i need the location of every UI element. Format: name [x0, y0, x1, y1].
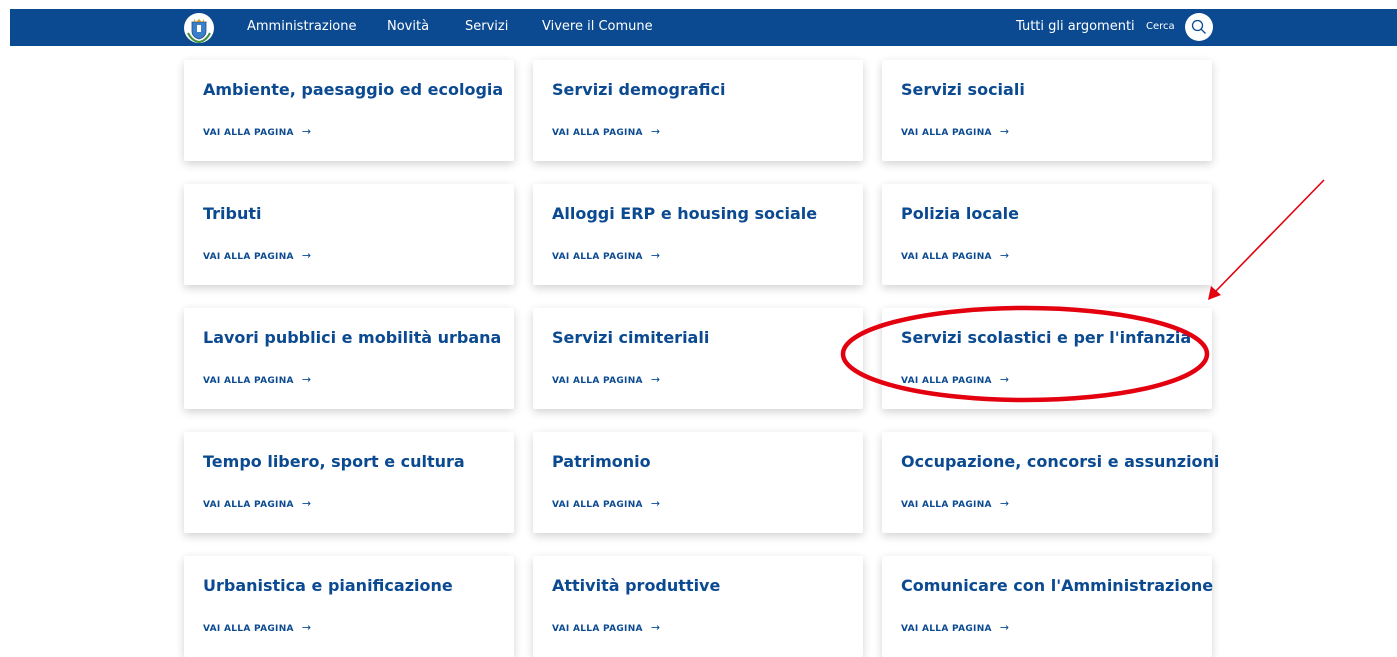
card-link-label: VAI ALLA PAGINA [901, 500, 992, 510]
card-link[interactable]: VAI ALLA PAGINA → [901, 250, 1009, 263]
card-tributi[interactable]: Tributi VAI ALLA PAGINA → [184, 184, 514, 285]
card-title[interactable]: Ambiente, paesaggio ed ecologia [203, 80, 503, 100]
card-title[interactable]: Servizi cimiteriali [552, 328, 709, 348]
card-alloggi-erp[interactable]: Alloggi ERP e housing sociale VAI ALLA P… [533, 184, 863, 285]
card-lavori-pubblici[interactable]: Lavori pubblici e mobilità urbana VAI AL… [184, 308, 514, 409]
card-title[interactable]: Tributi [203, 204, 262, 224]
arrow-right-icon: → [999, 497, 1010, 510]
card-servizi-demografici[interactable]: Servizi demografici VAI ALLA PAGINA → [533, 60, 863, 161]
card-link[interactable]: VAI ALLA PAGINA → [901, 498, 1009, 511]
arrow-right-icon: → [301, 373, 312, 386]
arrow-right-icon: → [301, 621, 312, 634]
nav-item-amministrazione[interactable]: Amministrazione [247, 18, 357, 35]
card-link[interactable]: VAI ALLA PAGINA → [203, 622, 311, 635]
card-urbanistica[interactable]: Urbanistica e pianificazione VAI ALLA PA… [184, 556, 514, 657]
card-title[interactable]: Comunicare con l'Amministrazione [901, 576, 1213, 596]
card-link[interactable]: VAI ALLA PAGINA → [901, 126, 1009, 139]
card-link-label: VAI ALLA PAGINA [203, 376, 294, 386]
card-link-label: VAI ALLA PAGINA [901, 624, 992, 634]
arrow-right-icon: → [999, 373, 1010, 386]
card-polizia-locale[interactable]: Polizia locale VAI ALLA PAGINA → [882, 184, 1212, 285]
card-occupazione[interactable]: Occupazione, concorsi e assunzioni VAI A… [882, 432, 1219, 533]
card-title[interactable]: Lavori pubblici e mobilità urbana [203, 328, 501, 348]
card-link[interactable]: VAI ALLA PAGINA → [552, 498, 660, 511]
arrow-right-icon: → [301, 497, 312, 510]
card-comunicare[interactable]: Comunicare con l'Amministrazione VAI ALL… [882, 556, 1213, 657]
card-title[interactable]: Attività produttive [552, 576, 720, 596]
card-link[interactable]: VAI ALLA PAGINA → [203, 498, 311, 511]
card-link-label: VAI ALLA PAGINA [552, 624, 643, 634]
top-navigation-bar: Amministrazione Novità Servizi Vivere il… [10, 9, 1397, 46]
card-link-label: VAI ALLA PAGINA [552, 500, 643, 510]
card-title[interactable]: Patrimonio [552, 452, 651, 472]
nav-item-vivere-il-comune[interactable]: Vivere il Comune [542, 18, 653, 35]
search-icon [1191, 19, 1206, 34]
card-title[interactable]: Servizi scolastici e per l'infanzia [901, 328, 1191, 348]
card-link-label: VAI ALLA PAGINA [901, 252, 992, 262]
arrow-right-icon: → [999, 125, 1010, 138]
card-link[interactable]: VAI ALLA PAGINA → [901, 374, 1009, 387]
arrow-right-icon: → [650, 497, 661, 510]
arrow-right-icon: → [650, 373, 661, 386]
nav-item-servizi[interactable]: Servizi [465, 18, 508, 35]
arrow-right-icon: → [650, 621, 661, 634]
card-title[interactable]: Occupazione, concorsi e assunzioni [901, 452, 1219, 472]
card-link[interactable]: VAI ALLA PAGINA → [552, 126, 660, 139]
card-link-label: VAI ALLA PAGINA [203, 500, 294, 510]
card-servizi-scolastici[interactable]: Servizi scolastici e per l'infanzia VAI … [882, 308, 1212, 409]
card-servizi-sociali[interactable]: Servizi sociali VAI ALLA PAGINA → [882, 60, 1212, 161]
nav-item-novita[interactable]: Novità [387, 18, 429, 35]
card-title[interactable]: Servizi sociali [901, 80, 1025, 100]
card-link-label: VAI ALLA PAGINA [552, 376, 643, 386]
card-title[interactable]: Servizi demografici [552, 80, 725, 100]
pointer-arrow-line [1213, 179, 1325, 294]
card-link[interactable]: VAI ALLA PAGINA → [552, 622, 660, 635]
card-link[interactable]: VAI ALLA PAGINA → [203, 126, 311, 139]
card-link-label: VAI ALLA PAGINA [901, 128, 992, 138]
search-label[interactable]: Cerca [1146, 20, 1175, 34]
card-title[interactable]: Polizia locale [901, 204, 1019, 224]
arrow-right-icon: → [999, 621, 1010, 634]
arrow-right-icon: → [301, 125, 312, 138]
card-link[interactable]: VAI ALLA PAGINA → [552, 250, 660, 263]
card-link-label: VAI ALLA PAGINA [203, 252, 294, 262]
card-link-label: VAI ALLA PAGINA [203, 624, 294, 634]
card-link[interactable]: VAI ALLA PAGINA → [901, 622, 1009, 635]
card-title[interactable]: Urbanistica e pianificazione [203, 576, 453, 596]
arrow-right-icon: → [301, 249, 312, 262]
card-link[interactable]: VAI ALLA PAGINA → [203, 250, 311, 263]
card-link[interactable]: VAI ALLA PAGINA → [203, 374, 311, 387]
card-link[interactable]: VAI ALLA PAGINA → [552, 374, 660, 387]
card-link-label: VAI ALLA PAGINA [901, 376, 992, 386]
card-patrimonio[interactable]: Patrimonio VAI ALLA PAGINA → [533, 432, 863, 533]
nav-item-tutti-gli-argomenti[interactable]: Tutti gli argomenti [1016, 18, 1135, 35]
card-tempo-libero[interactable]: Tempo libero, sport e cultura VAI ALLA P… [184, 432, 514, 533]
card-ambiente[interactable]: Ambiente, paesaggio ed ecologia VAI ALLA… [184, 60, 514, 161]
card-title[interactable]: Alloggi ERP e housing sociale [552, 204, 817, 224]
arrow-right-icon: → [650, 125, 661, 138]
card-link-label: VAI ALLA PAGINA [552, 128, 643, 138]
arrow-right-icon: → [999, 249, 1010, 262]
municipal-crest-icon[interactable] [182, 11, 216, 45]
card-link-label: VAI ALLA PAGINA [203, 128, 294, 138]
search-button[interactable] [1185, 13, 1213, 41]
card-title[interactable]: Tempo libero, sport e cultura [203, 452, 465, 472]
card-attivita-produttive[interactable]: Attività produttive VAI ALLA PAGINA → [533, 556, 863, 657]
arrow-right-icon: → [650, 249, 661, 262]
card-link-label: VAI ALLA PAGINA [552, 252, 643, 262]
card-servizi-cimiteriali[interactable]: Servizi cimiteriali VAI ALLA PAGINA → [533, 308, 863, 409]
pointer-arrow-head [1208, 286, 1221, 300]
